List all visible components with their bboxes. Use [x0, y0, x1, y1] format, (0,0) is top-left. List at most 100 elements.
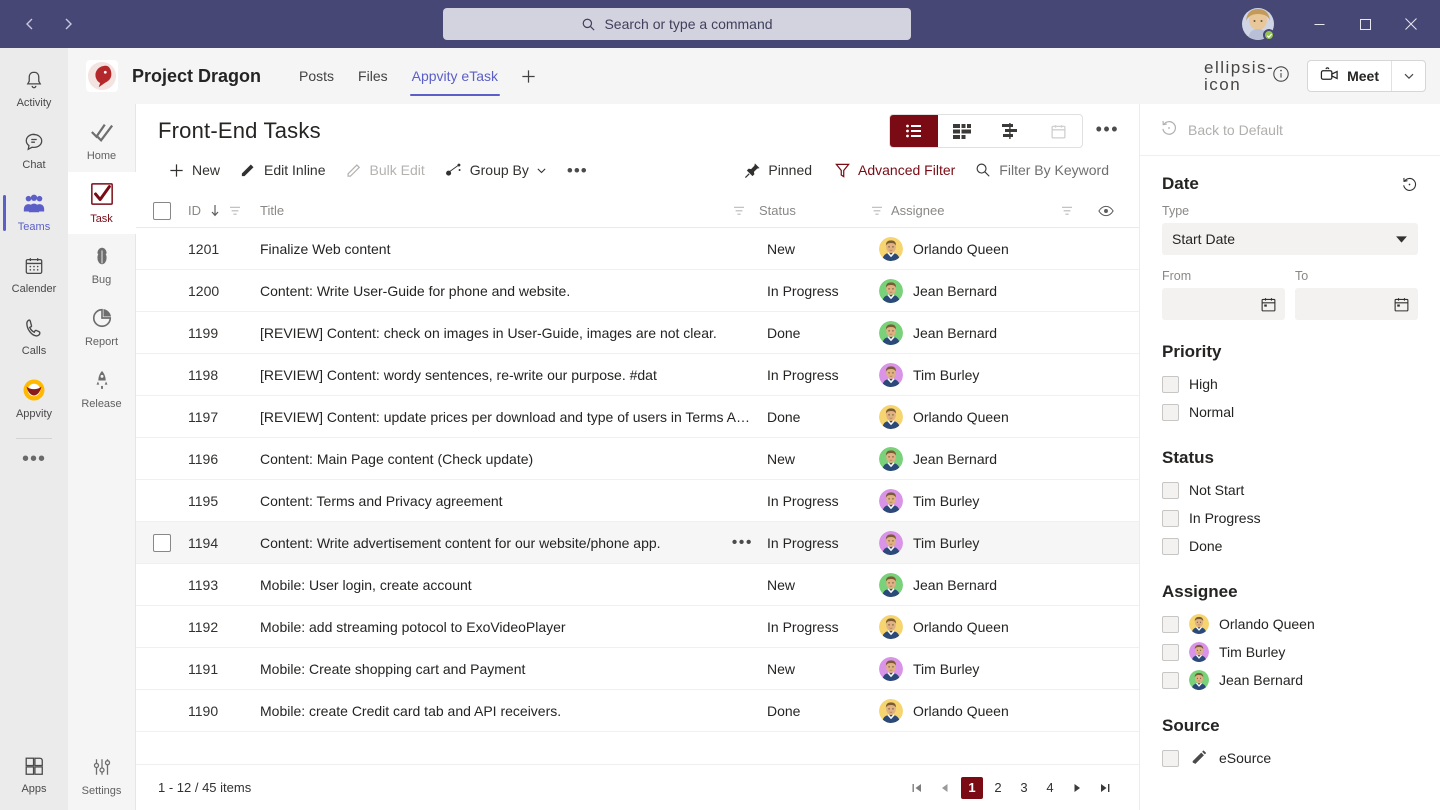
close-button[interactable]: [1388, 8, 1434, 40]
page-button-4[interactable]: 4: [1039, 777, 1061, 799]
filter-icon[interactable]: [1061, 205, 1073, 217]
table-row[interactable]: 1200Content: Write User-Guide for phone …: [136, 270, 1139, 312]
column-header-title[interactable]: Title: [260, 203, 759, 218]
sidebar-item-apps[interactable]: Apps: [0, 748, 68, 810]
sort-desc-icon[interactable]: [209, 204, 221, 217]
sidebar-item-activity[interactable]: Activity: [0, 58, 68, 120]
column-header-id[interactable]: ID: [188, 203, 260, 218]
checkbox[interactable]: [1162, 644, 1179, 661]
info-button[interactable]: [1265, 60, 1297, 92]
global-search-input[interactable]: Search or type a command: [443, 8, 911, 40]
checkbox[interactable]: [1162, 404, 1179, 421]
page-button-2[interactable]: 2: [987, 777, 1009, 799]
row-more-button[interactable]: •••: [732, 535, 753, 551]
filter-icon[interactable]: [733, 205, 745, 217]
sidebar-item-calls[interactable]: Calls: [0, 306, 68, 368]
user-avatar[interactable]: [1242, 8, 1274, 40]
select-all-checkbox[interactable]: [153, 202, 171, 220]
column-header-status[interactable]: Status: [759, 203, 871, 218]
status-option-done[interactable]: Done: [1162, 532, 1418, 560]
page-button-3[interactable]: 3: [1013, 777, 1035, 799]
column-visibility-button[interactable]: [1081, 203, 1131, 219]
calendar-view-button[interactable]: [1034, 115, 1082, 147]
etask-nav-settings[interactable]: Settings: [68, 748, 136, 810]
next-page-button[interactable]: [1065, 777, 1089, 799]
calendar-icon[interactable]: [1260, 296, 1277, 313]
advanced-filter-button[interactable]: Advanced Filter: [824, 155, 965, 186]
table-row[interactable]: 1194Content: Write advertisement content…: [136, 522, 1139, 564]
back-button[interactable]: [14, 8, 46, 40]
checkbox[interactable]: [1162, 616, 1179, 633]
etask-nav-home[interactable]: Home: [68, 110, 136, 172]
date-reset-button[interactable]: [1401, 176, 1418, 193]
board-view-button[interactable]: [938, 115, 986, 147]
new-task-button[interactable]: New: [158, 155, 230, 186]
checkbox[interactable]: [1162, 376, 1179, 393]
meet-dropdown-button[interactable]: [1391, 61, 1425, 91]
table-row[interactable]: 1195Content: Terms and Privacy agreement…: [136, 480, 1139, 522]
column-header-assignee[interactable]: Assignee: [871, 203, 1081, 218]
group-by-button[interactable]: Group By: [435, 154, 557, 186]
status-option-not-start[interactable]: Not Start: [1162, 476, 1418, 504]
assignee-option[interactable]: Orlando Queen: [1162, 610, 1418, 638]
table-row[interactable]: 1190Mobile: create Credit card tab and A…: [136, 690, 1139, 732]
checkbox[interactable]: [1162, 750, 1179, 767]
date-from-input[interactable]: [1162, 288, 1285, 320]
prev-page-button[interactable]: [933, 777, 957, 799]
table-row[interactable]: 1201Finalize Web contentNewOrlando Queen: [136, 228, 1139, 270]
calendar-icon[interactable]: [1393, 296, 1410, 313]
more-options-button[interactable]: ellipsis-icon: [1223, 60, 1255, 92]
checkbox[interactable]: [1162, 672, 1179, 689]
checkbox[interactable]: [1162, 510, 1179, 527]
status-option-in-progress[interactable]: In Progress: [1162, 504, 1418, 532]
last-page-button[interactable]: [1093, 777, 1117, 799]
sidebar-item-teams[interactable]: Teams: [0, 182, 68, 244]
toolbar-more-button[interactable]: •••: [557, 155, 598, 186]
first-page-button[interactable]: [905, 777, 929, 799]
maximize-button[interactable]: [1342, 8, 1388, 40]
filter-icon[interactable]: [871, 205, 883, 217]
edit-inline-button[interactable]: Edit Inline: [230, 155, 335, 186]
assignee-option[interactable]: Jean Bernard: [1162, 666, 1418, 694]
add-tab-button[interactable]: [510, 48, 547, 104]
assignee-option[interactable]: Tim Burley: [1162, 638, 1418, 666]
date-to-input[interactable]: [1295, 288, 1418, 320]
sidebar-item-calender[interactable]: Calender: [0, 244, 68, 306]
priority-option-high[interactable]: High: [1162, 370, 1418, 398]
priority-option-normal[interactable]: Normal: [1162, 398, 1418, 426]
table-row[interactable]: 1192Mobile: add streaming potocol to Exo…: [136, 606, 1139, 648]
meet-button[interactable]: Meet: [1307, 60, 1426, 92]
tab-appvity-etask[interactable]: Appvity eTask: [400, 48, 510, 104]
tab-posts[interactable]: Posts: [287, 48, 346, 104]
sidebar-item-chat[interactable]: Chat: [0, 120, 68, 182]
etask-nav-report[interactable]: Report: [68, 296, 136, 358]
table-row[interactable]: 1196Content: Main Page content (Check up…: [136, 438, 1139, 480]
table-row[interactable]: 1199[REVIEW] Content: check on images in…: [136, 312, 1139, 354]
rail-more-button[interactable]: •••: [22, 441, 46, 469]
table-row[interactable]: 1191Mobile: Create shopping cart and Pay…: [136, 648, 1139, 690]
etask-nav-release[interactable]: Release: [68, 358, 136, 420]
timeline-view-button[interactable]: [986, 115, 1034, 147]
tab-files[interactable]: Files: [346, 48, 400, 104]
keyword-filter-input[interactable]: Filter By Keyword: [967, 155, 1117, 185]
sidebar-item-appvity[interactable]: Appvity: [0, 368, 68, 430]
minimize-button[interactable]: [1296, 8, 1342, 40]
page-button-1[interactable]: 1: [961, 777, 983, 799]
checkbox[interactable]: [1162, 538, 1179, 555]
source-option-esource[interactable]: eSource: [1162, 744, 1418, 772]
meet-main[interactable]: Meet: [1308, 61, 1391, 91]
date-type-select[interactable]: Start Date: [1162, 223, 1418, 255]
checkbox[interactable]: [1162, 482, 1179, 499]
forward-button[interactable]: [52, 8, 84, 40]
task-list-more-button[interactable]: •••: [1090, 116, 1125, 142]
back-to-default-button[interactable]: Back to Default: [1140, 104, 1440, 156]
etask-nav-bug[interactable]: Bug: [68, 234, 136, 296]
table-row[interactable]: 1197[REVIEW] Content: update prices per …: [136, 396, 1139, 438]
list-view-button[interactable]: [890, 115, 938, 147]
table-row[interactable]: 1198[REVIEW] Content: wordy sentences, r…: [136, 354, 1139, 396]
filter-icon[interactable]: [229, 205, 241, 217]
etask-nav-task[interactable]: Task: [68, 172, 136, 234]
bulk-edit-button[interactable]: Bulk Edit: [336, 155, 435, 186]
row-checkbox[interactable]: [153, 534, 171, 552]
pinned-button[interactable]: Pinned: [734, 155, 822, 186]
